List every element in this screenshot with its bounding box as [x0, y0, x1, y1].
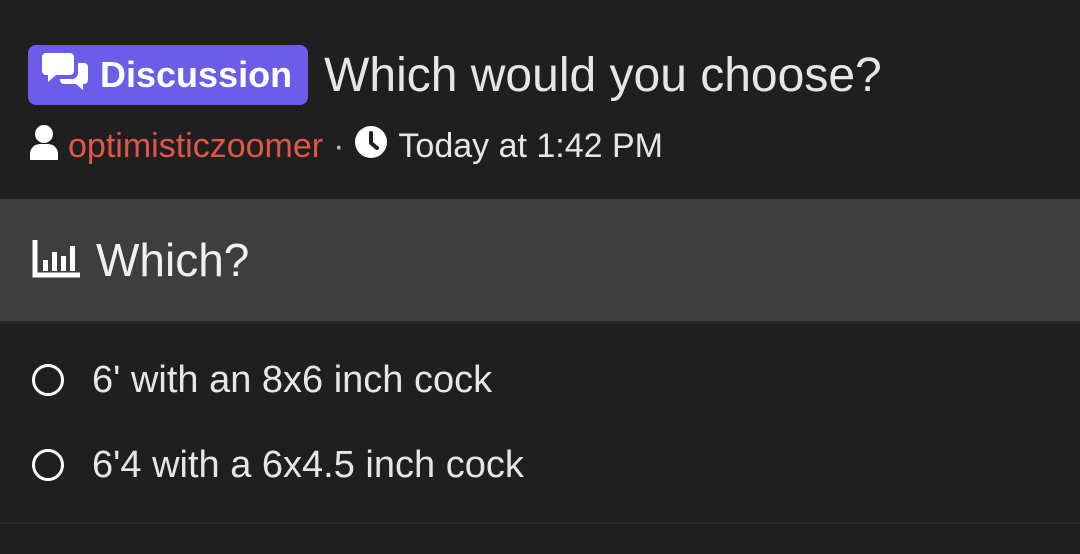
divider: [0, 522, 1080, 524]
radio-button[interactable]: [32, 449, 64, 481]
discussion-page: Discussion Which would you choose? optim…: [0, 0, 1080, 554]
user-icon: [28, 124, 60, 169]
discussion-badge[interactable]: Discussion: [28, 45, 309, 105]
poll-option[interactable]: 6' with an 8x6 inch cock: [32, 355, 492, 405]
author-link[interactable]: optimisticzoomer: [68, 127, 323, 166]
thread-title: Which would you choose?: [324, 48, 882, 102]
poll-chart-icon: [32, 238, 82, 283]
poll-option-label: 6' with an 8x6 inch cock: [92, 358, 493, 401]
clock-icon: [354, 125, 388, 168]
poll-question: Which?: [96, 234, 250, 286]
thread-meta: optimisticzoomer · Today at 1:42 PM: [28, 124, 663, 168]
poll-option-label: 6'4 with a 6x4.5 inch cock: [92, 443, 524, 486]
poll-option[interactable]: 6'4 with a 6x4.5 inch cock: [32, 440, 524, 490]
discussion-badge-label: Discussion: [100, 54, 293, 95]
thread-title-row: Discussion Which would you choose?: [28, 44, 882, 106]
comments-icon: [42, 51, 100, 100]
poll-header: Which?: [0, 199, 1080, 323]
meta-separator: ·: [333, 126, 345, 165]
poll-options: 6' with an 8x6 inch cock 6'4 with a 6x4.…: [0, 323, 1080, 523]
thread-header: Discussion Which would you choose? optim…: [0, 0, 1080, 199]
post-timestamp[interactable]: Today at 1:42 PM: [398, 127, 663, 166]
radio-button[interactable]: [32, 364, 64, 396]
